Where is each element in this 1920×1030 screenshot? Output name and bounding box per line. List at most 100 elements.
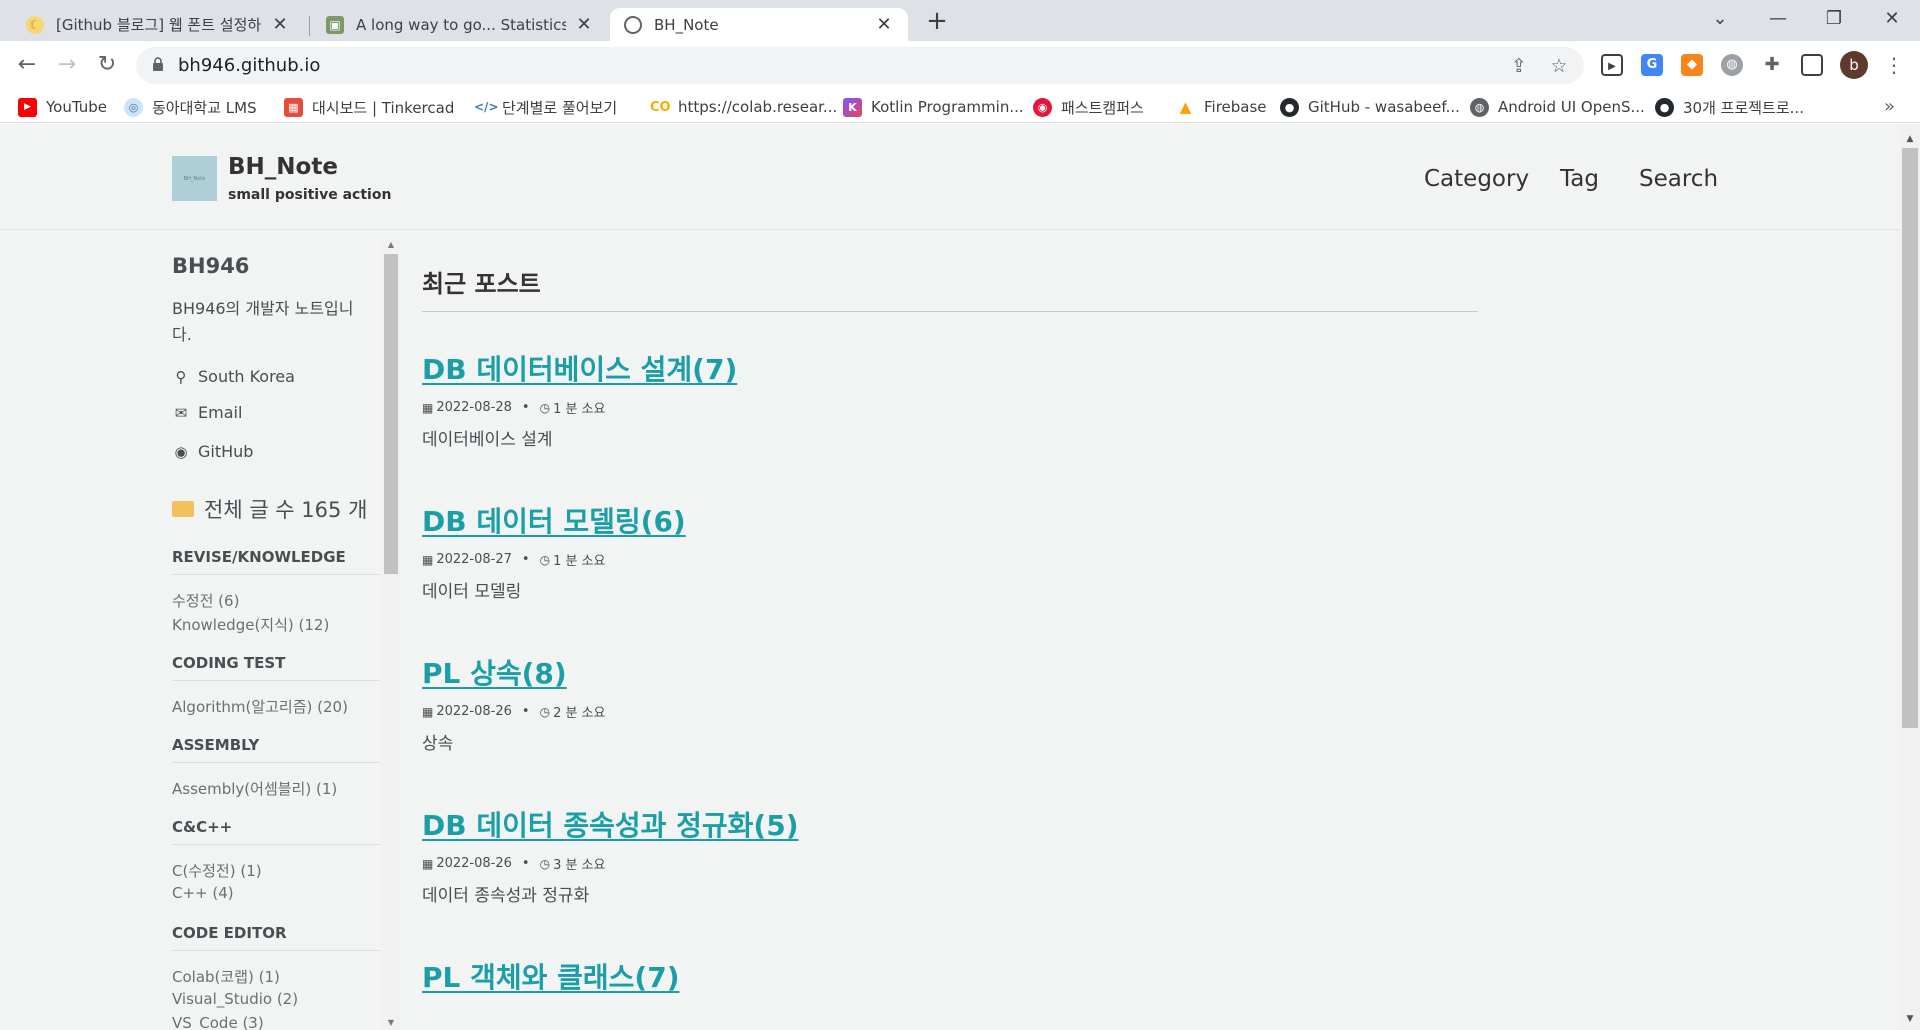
author-email-link[interactable]: ✉ Email (172, 403, 243, 422)
bookmark-item[interactable]: ◎ 동아대학교 LMS (124, 96, 257, 118)
bookmark-label: Firebase (1204, 98, 1267, 116)
category-item[interactable]: C(수정전) (1) (172, 860, 262, 881)
bookmark-item[interactable]: </> 단계별로 풀어보기 (474, 96, 617, 118)
category-item[interactable]: Visual_Studio (2) (172, 990, 298, 1008)
bookmark-item[interactable]: K Kotlin Programmin... (843, 96, 1024, 118)
meta-separator: • (521, 400, 530, 415)
category-item[interactable]: Colab(코랩) (1) (172, 966, 280, 987)
moon-icon: ☾ (26, 15, 44, 34)
extension-icon[interactable]: ▶ (1601, 54, 1623, 76)
category-item[interactable]: VS_Code (3) (172, 1014, 264, 1030)
new-tab-button[interactable]: + (923, 7, 951, 35)
site-logo[interactable]: BH_Note (172, 156, 217, 201)
browser-toolbar: ← → ↻ bh946.github.io ⇪ ☆ ▶ G ◆ ◍ ✚ b ⋮ (0, 41, 1920, 90)
sidebar-scrollbar-thumb[interactable] (384, 254, 398, 574)
scroll-down-arrow-icon[interactable]: ▼ (384, 1018, 398, 1027)
bookmark-star-icon[interactable]: ☆ (1548, 55, 1570, 77)
post-title-link[interactable]: PL 객체와 클래스(7) (422, 956, 1478, 996)
category-heading[interactable]: ASSEMBLY (172, 736, 380, 763)
category-heading[interactable]: C&C++ (172, 818, 380, 845)
nav-search[interactable]: Search (1639, 166, 1718, 192)
post-title-link[interactable]: DB 데이터 종속성과 정규화(5) (422, 804, 1478, 844)
colab-icon: CO (650, 99, 671, 115)
menu-icon[interactable]: ⋮ (1884, 53, 1904, 77)
author-location: ⚲ South Korea (172, 367, 295, 386)
restore-button[interactable]: ❐ (1814, 4, 1854, 34)
category-heading[interactable]: REVISE/KNOWLEDGE (172, 548, 380, 575)
side-panel-icon[interactable] (1801, 54, 1823, 76)
back-button[interactable]: ← (12, 50, 42, 80)
bookmark-label: 단계별로 풀어보기 (502, 98, 618, 117)
clock-icon: ◷ (539, 400, 551, 415)
reload-button[interactable]: ↻ (92, 50, 122, 80)
bookmark-label: YouTube (46, 98, 107, 116)
scroll-up-arrow-icon[interactable]: ▲ (1902, 134, 1918, 144)
envelope-icon: ✉ (174, 403, 188, 422)
bookmark-item[interactable]: ● 30개 프로젝트로... (1655, 96, 1804, 118)
youtube-icon: ▶ (18, 97, 37, 117)
post-item: DB 데이터베이스 설계(7) ▦ 2022-08-28 • ◷ 1 분 소요 … (422, 348, 1478, 450)
close-icon[interactable]: ✕ (874, 14, 894, 35)
bookmark-item[interactable]: ● GitHub - wasabeef... (1280, 96, 1460, 118)
site-title[interactable]: BH_Note (228, 154, 338, 180)
scroll-down-arrow-icon[interactable]: ▼ (1902, 1014, 1918, 1024)
tab-separator (309, 16, 310, 36)
category-item[interactable]: 수정전 (6) (172, 590, 239, 611)
close-window-button[interactable]: ✕ (1872, 4, 1912, 34)
category-item[interactable]: Knowledge(지식) (12) (172, 614, 329, 635)
post-title-link[interactable]: DB 데이터 모델링(6) (422, 500, 1478, 540)
globe-extension-icon[interactable]: ◍ (1721, 54, 1743, 76)
category-item[interactable]: Assembly(어셈블리) (1) (172, 778, 337, 799)
share-icon[interactable]: ⇪ (1508, 55, 1530, 77)
browser-tab-active[interactable]: BH_Note ✕ (610, 8, 908, 41)
author-bio: BH946의 개발자 노트입니다. (172, 299, 354, 344)
globe-icon: ◍ (1470, 97, 1489, 117)
metamask-icon[interactable]: ◆ (1681, 54, 1703, 76)
post-title-link[interactable]: PL 상속(8) (422, 652, 1478, 692)
tab-title: BH_Note (654, 15, 719, 34)
scroll-up-arrow-icon[interactable]: ▲ (384, 240, 398, 249)
forward-button[interactable]: → (52, 50, 82, 80)
bookmark-item[interactable]: ◍ Android UI OpenS... (1470, 96, 1645, 118)
browser-tab[interactable]: ☾ [Github 블로그] 웹 폰트 설정하기 ✕ (12, 8, 304, 41)
address-bar[interactable]: bh946.github.io ⇪ ☆ (136, 47, 1584, 84)
nav-tag[interactable]: Tag (1560, 166, 1599, 192)
post-item: PL 상속(8) ▦ 2022-08-26 • ◷ 2 분 소요 상속 (422, 652, 1478, 754)
page-scrollbar-thumb[interactable] (1902, 148, 1918, 728)
sidebar: BH946 BH946의 개발자 노트입니다. ⚲ South Korea ✉ … (172, 240, 400, 1030)
bookmark-item[interactable]: ▦ 대시보드 | Tinkercad (284, 96, 454, 118)
post-read-time: 3 분 소요 (553, 858, 606, 873)
profile-avatar[interactable]: b (1840, 51, 1868, 79)
recent-posts-heading: 최근 포스트 (422, 264, 1478, 312)
post-read-time: 1 분 소요 (553, 402, 606, 417)
tab-title: A long way to go... Statistics / 통계 (356, 16, 566, 34)
web-page: BH_Note BH_Note small positive action Ca… (0, 124, 1900, 1030)
browser-tab[interactable]: ▣ A long way to go... Statistics / 통계 ✕ (312, 8, 608, 41)
bookmark-item[interactable]: ◉ 패스트캠퍼스 (1033, 96, 1144, 118)
tab-search-icon[interactable]: ⌄ (1700, 4, 1740, 34)
post-meta: ▦ 2022-08-26 • ◷ 2 분 소요 (422, 702, 1478, 721)
category-item[interactable]: Algorithm(알고리즘) (20) (172, 696, 348, 717)
author-github-link[interactable]: ◉ GitHub (172, 442, 253, 461)
close-icon[interactable]: ✕ (574, 14, 594, 35)
clock-icon: ◷ (539, 856, 551, 871)
post-title-link[interactable]: DB 데이터베이스 설계(7) (422, 348, 1478, 388)
folder-icon (172, 501, 194, 517)
category-heading[interactable]: CODE EDITOR (172, 924, 380, 951)
bookmark-label: Android UI OpenS... (1498, 98, 1645, 116)
nav-category[interactable]: Category (1424, 166, 1529, 192)
bookmark-item[interactable]: CO https://colab.resear... (650, 96, 837, 118)
bookmark-item[interactable]: ▲ Firebase (1176, 96, 1267, 118)
more-bookmarks-icon[interactable]: » (1884, 96, 1895, 117)
close-icon[interactable]: ✕ (270, 14, 290, 35)
post-item: PL 객체와 클래스(7) (422, 956, 1478, 996)
category-item[interactable]: C++ (4) (172, 884, 234, 902)
minimize-button[interactable]: — (1758, 4, 1798, 34)
total-post-count: 전체 글 수 165 개 (172, 494, 367, 524)
tinkercad-icon: ▦ (284, 97, 303, 117)
category-heading[interactable]: CODING TEST (172, 654, 380, 681)
translate-icon[interactable]: G (1641, 54, 1663, 76)
bookmark-item[interactable]: ▶ YouTube (18, 96, 107, 118)
location-text: South Korea (198, 367, 295, 386)
puzzle-icon[interactable]: ✚ (1761, 54, 1783, 76)
